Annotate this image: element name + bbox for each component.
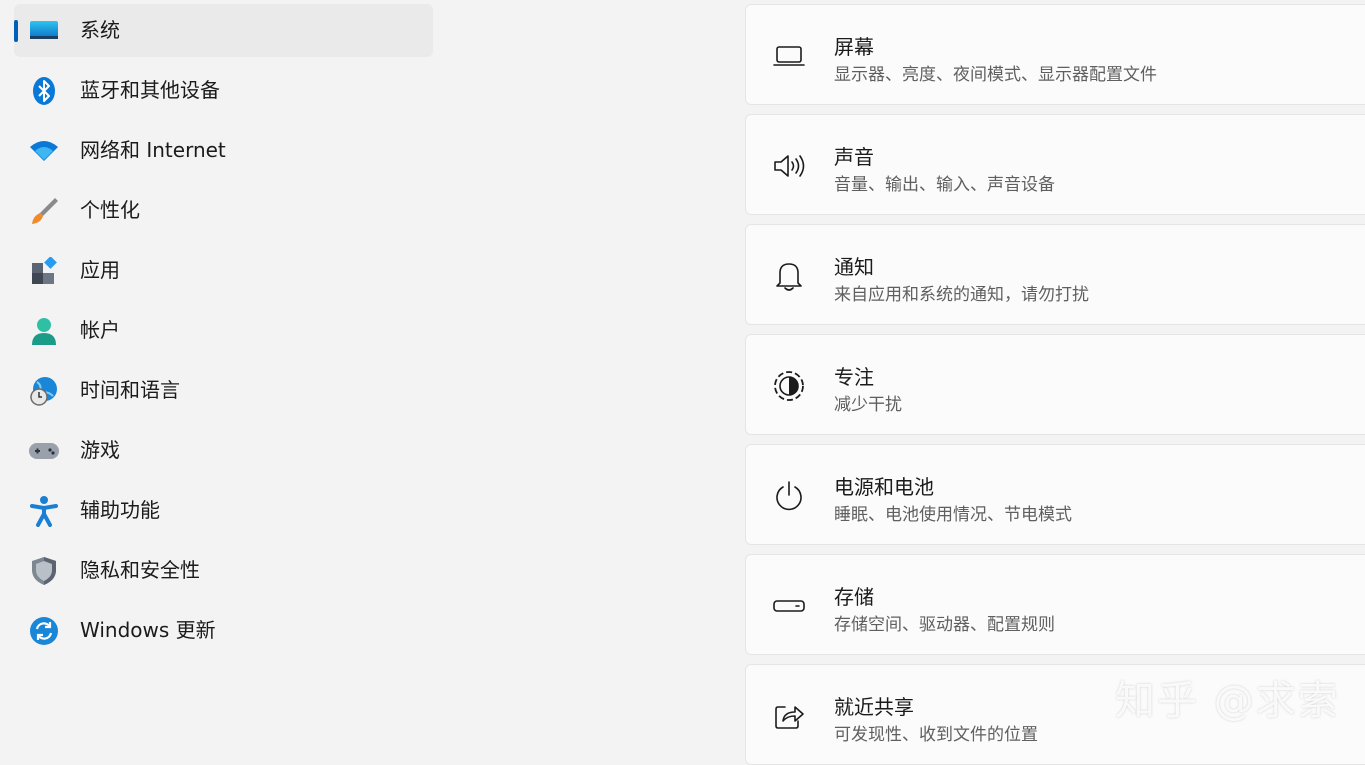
sidebar-item-label: 应用	[80, 258, 120, 282]
power-icon	[772, 479, 806, 513]
sidebar-item-accessibility[interactable]: 辅助功能	[14, 484, 433, 537]
card-title: 电源和电池	[834, 475, 934, 499]
card-description: 可发现性、收到文件的位置	[834, 725, 1038, 745]
settings-list: 屏幕 显示器、亮度、夜间模式、显示器配置文件 声音 音量、输出、输入、声音设备 …	[745, 0, 1365, 765]
sidebar-item-label: 帐户	[80, 318, 120, 342]
sidebar-item-network[interactable]: 网络和 Internet	[14, 124, 433, 177]
accessibility-icon	[28, 495, 60, 527]
sidebar-item-label: Windows 更新	[80, 618, 216, 642]
laptop-icon	[772, 39, 806, 73]
card-description: 来自应用和系统的通知，请勿打扰	[834, 285, 1089, 305]
gamepad-icon	[28, 435, 60, 467]
card-power-battery[interactable]: 电源和电池 睡眠、电池使用情况、节电模式	[745, 444, 1365, 545]
card-description: 音量、输出、输入、声音设备	[834, 175, 1055, 195]
sidebar-item-bluetooth[interactable]: 蓝牙和其他设备	[14, 64, 433, 117]
sidebar-item-label: 隐私和安全性	[80, 558, 200, 582]
sidebar-item-label: 蓝牙和其他设备	[80, 78, 220, 102]
bluetooth-icon	[28, 75, 60, 107]
selection-indicator	[14, 20, 18, 42]
paintbrush-icon	[28, 195, 60, 227]
sidebar-item-label: 时间和语言	[80, 378, 180, 402]
account-icon	[28, 315, 60, 347]
sidebar-item-label: 网络和 Internet	[80, 138, 226, 162]
sidebar-item-label: 辅助功能	[80, 498, 160, 522]
storage-drive-icon	[772, 589, 806, 623]
sidebar-item-label: 游戏	[80, 438, 120, 462]
share-icon	[772, 699, 806, 733]
focus-icon	[772, 369, 806, 403]
card-storage[interactable]: 存储 存储空间、驱动器、配置规则	[745, 554, 1365, 655]
card-description: 存储空间、驱动器、配置规则	[834, 615, 1055, 635]
sidebar-item-label: 系统	[80, 18, 120, 42]
sidebar-item-system[interactable]: 系统	[14, 4, 433, 57]
card-description: 显示器、亮度、夜间模式、显示器配置文件	[834, 65, 1157, 85]
card-notifications[interactable]: 通知 来自应用和系统的通知，请勿打扰	[745, 224, 1365, 325]
sidebar: 系统 蓝牙和其他设备 网络和 Internet 个性化 应用 帐户 时间和语言 …	[0, 0, 445, 751]
card-description: 睡眠、电池使用情况、节电模式	[834, 505, 1072, 525]
shield-icon	[28, 555, 60, 587]
card-focus[interactable]: 专注 减少干扰	[745, 334, 1365, 435]
wifi-icon	[28, 135, 60, 167]
card-title: 声音	[834, 145, 874, 169]
sidebar-item-label: 个性化	[80, 198, 140, 222]
sidebar-item-personalization[interactable]: 个性化	[14, 184, 433, 237]
system-display-icon	[28, 15, 60, 47]
windows-update-icon	[28, 615, 60, 647]
apps-icon	[28, 255, 60, 287]
card-display[interactable]: 屏幕 显示器、亮度、夜间模式、显示器配置文件	[745, 4, 1365, 105]
card-title: 屏幕	[834, 35, 874, 59]
card-title: 存储	[834, 585, 874, 609]
card-description: 减少干扰	[834, 395, 902, 415]
sidebar-item-apps[interactable]: 应用	[14, 244, 433, 297]
sidebar-item-windows-update[interactable]: Windows 更新	[14, 604, 433, 657]
sidebar-item-privacy-security[interactable]: 隐私和安全性	[14, 544, 433, 597]
globe-clock-icon	[28, 375, 60, 407]
card-sound[interactable]: 声音 音量、输出、输入、声音设备	[745, 114, 1365, 215]
speaker-icon	[772, 149, 806, 183]
sidebar-item-time-language[interactable]: 时间和语言	[14, 364, 433, 417]
sidebar-item-gaming[interactable]: 游戏	[14, 424, 433, 477]
bell-icon	[772, 259, 806, 293]
watermark: 知乎 @求索	[1115, 678, 1340, 724]
sidebar-item-accounts[interactable]: 帐户	[14, 304, 433, 357]
card-title: 通知	[834, 255, 874, 279]
card-title: 就近共享	[834, 695, 914, 719]
card-title: 专注	[834, 365, 874, 389]
